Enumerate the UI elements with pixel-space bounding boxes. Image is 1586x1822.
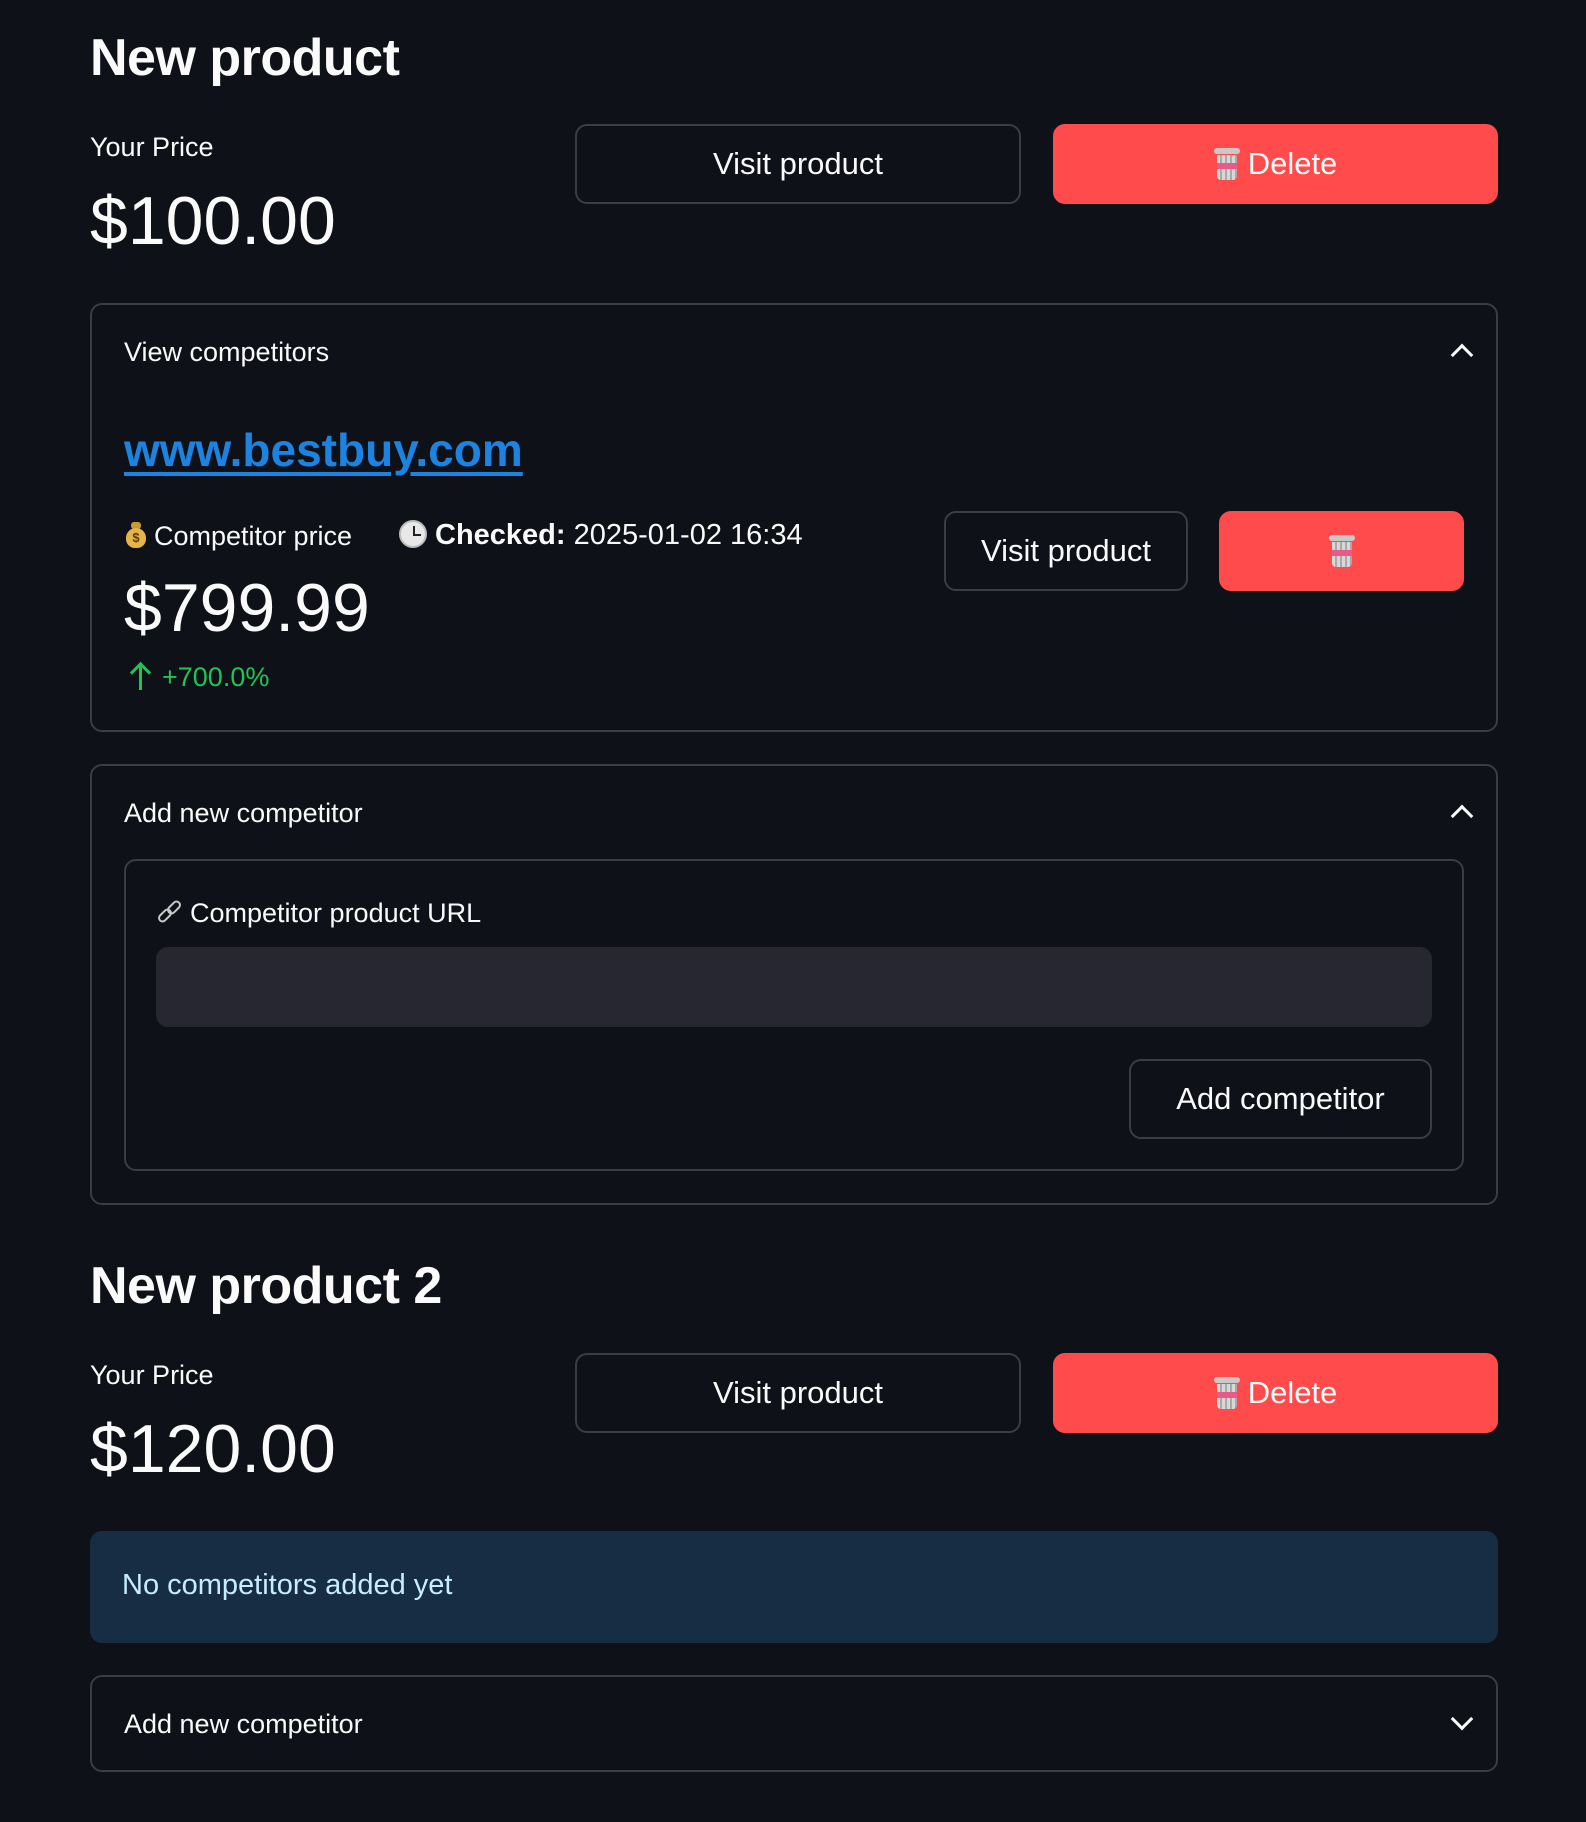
visit-competitor-button[interactable]: Visit product <box>944 511 1188 591</box>
trash-icon <box>1328 535 1355 567</box>
visit-product-label: Visit product <box>712 146 883 181</box>
delete-product-button[interactable]: Delete <box>1053 1353 1498 1433</box>
page: New product Your Price $100.00 Visit pro… <box>0 0 1586 1822</box>
product-title: New product <box>90 29 400 87</box>
competitor-price-label-text: Competitor price <box>154 521 353 551</box>
clock-icon <box>399 520 427 548</box>
visit-product-button[interactable]: Visit product <box>575 124 1021 204</box>
arrow-up-icon <box>128 661 154 690</box>
chevron-up-icon[interactable] <box>1450 804 1474 828</box>
product-title: New product 2 <box>90 1257 442 1315</box>
competitor-url-field-label-text: Competitor product URL <box>190 898 482 928</box>
add-competitor-header[interactable]: Add new competitor <box>124 798 363 829</box>
view-competitors-header[interactable]: View competitors <box>124 337 329 368</box>
visit-product-button[interactable]: Visit product <box>575 1353 1021 1433</box>
checked-timestamp: Checked: 2025-01-02 16:34 <box>399 519 803 552</box>
competitor-url-link[interactable]: www.bestbuy.com <box>124 423 523 477</box>
price-delta: +700.0% <box>128 661 270 693</box>
add-competitor-button-label: Add competitor <box>1176 1081 1385 1116</box>
competitor-url-field-label: Competitor product URL <box>156 898 481 929</box>
competitor-price-label: $ Competitor price <box>126 521 352 552</box>
visit-competitor-label: Visit product <box>980 533 1151 568</box>
visit-product-label: Visit product <box>712 1375 883 1410</box>
your-price-label: Your Price <box>90 132 214 162</box>
your-price-value: $100.00 <box>90 183 336 259</box>
your-price-label: Your Price <box>90 1360 214 1390</box>
checked-value: 2025-01-02 16:34 <box>573 519 803 551</box>
add-competitor-header[interactable]: Add new competitor <box>124 1709 363 1740</box>
delete-label: Delete <box>1247 146 1338 181</box>
trash-icon <box>1213 1377 1240 1409</box>
trash-icon <box>1213 148 1240 180</box>
delete-competitor-button[interactable] <box>1219 511 1464 591</box>
your-price-value: $120.00 <box>90 1411 336 1487</box>
info-alert-text: No competitors added yet <box>122 1569 453 1601</box>
info-alert: No competitors added yet <box>90 1531 1498 1643</box>
add-competitor-button[interactable]: Add competitor <box>1129 1059 1432 1139</box>
competitor-price-value: $799.99 <box>124 570 370 646</box>
price-delta-value: +700.0% <box>162 662 270 692</box>
delete-product-button[interactable]: Delete <box>1053 124 1498 204</box>
delete-label: Delete <box>1247 1375 1338 1410</box>
checked-label: Checked: <box>435 519 566 551</box>
competitor-url-input[interactable] <box>156 947 1432 1027</box>
chevron-up-icon[interactable] <box>1450 343 1474 367</box>
link-icon <box>156 898 184 926</box>
chevron-down-icon[interactable] <box>1450 1707 1474 1731</box>
moneybag-icon: $ <box>126 522 146 548</box>
add-competitor-expander[interactable]: Add new competitor <box>90 1675 1498 1772</box>
